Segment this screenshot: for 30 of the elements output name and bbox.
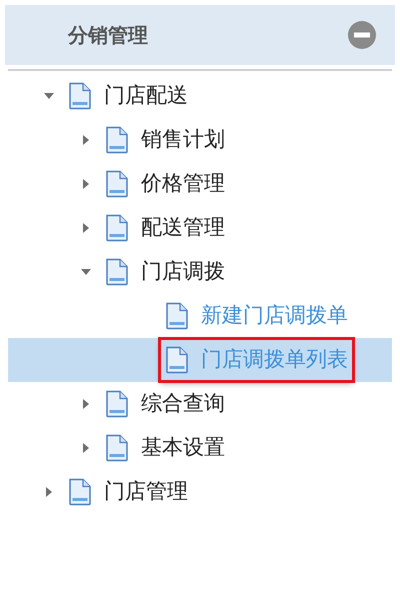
tree-item[interactable]: 基本设置	[8, 426, 392, 470]
document-icon	[105, 170, 129, 198]
tree-item[interactable]: 销售计划	[8, 118, 392, 162]
document-icon	[165, 346, 189, 374]
tree-item-label: 门店管理	[104, 478, 188, 506]
tree-item-label: 基本设置	[141, 434, 225, 462]
panel-title: 分销管理	[68, 22, 148, 49]
document-icon	[105, 390, 129, 418]
document-icon	[68, 478, 92, 506]
document-icon	[105, 434, 129, 462]
document-icon	[105, 258, 129, 286]
tree-item[interactable]: 综合查询	[8, 382, 392, 426]
tree-item-label: 新建门店调拨单	[201, 302, 348, 330]
tree-item-label: 价格管理	[141, 170, 225, 198]
document-icon	[105, 126, 129, 154]
tree-item[interactable]: 价格管理	[8, 162, 392, 206]
collapse-icon[interactable]	[347, 20, 377, 50]
document-icon	[68, 82, 92, 110]
tree-item-label: 门店配送	[104, 82, 188, 110]
tree-item[interactable]: 门店管理	[8, 470, 392, 514]
tree-item-label: 销售计划	[141, 126, 225, 154]
document-icon	[105, 214, 129, 242]
tree-item[interactable]: 门店调拨	[8, 250, 392, 294]
tree-item[interactable]: 门店配送	[8, 74, 392, 118]
tree-item-label: 门店调拨单列表	[201, 346, 348, 374]
tree-item-label: 门店调拨	[141, 258, 225, 286]
document-icon	[165, 302, 189, 330]
tree-item-label: 配送管理	[141, 214, 225, 242]
tree-item[interactable]: 配送管理	[8, 206, 392, 250]
tree-item-label: 综合查询	[141, 390, 225, 418]
